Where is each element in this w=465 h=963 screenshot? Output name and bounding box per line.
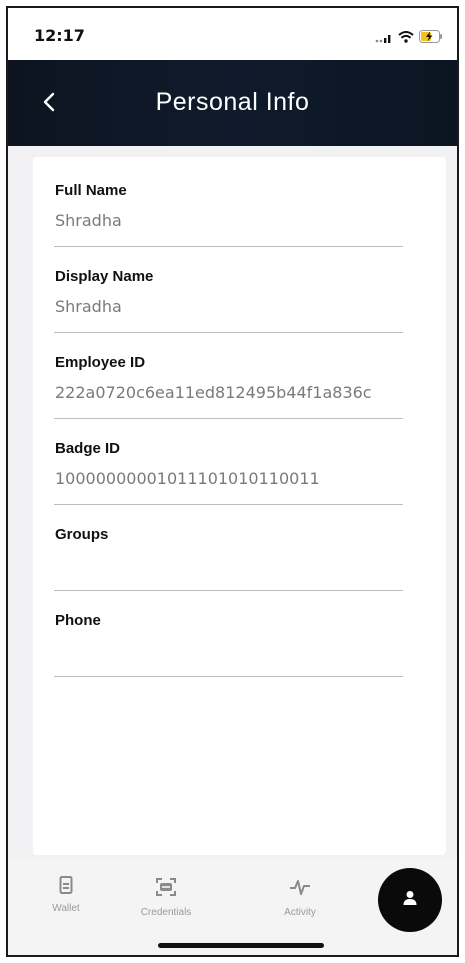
field-label: Employee ID [55, 354, 146, 371]
wifi-icon [398, 28, 414, 47]
field-label: Display Name [55, 268, 154, 285]
field-phone[interactable]: Phone [54, 591, 403, 677]
nav-credentials[interactable]: Credentials [121, 875, 211, 918]
field-badge-id[interactable]: Badge ID 10000000001011101010110011 [54, 419, 403, 505]
bottom-nav: Wallet Credentials Activity [8, 858, 457, 955]
field-value: 222a0720c6ea11ed812495b44f1a836c [55, 383, 372, 402]
field-value: Shradha [55, 211, 122, 230]
field-label: Groups [55, 526, 109, 543]
phone-frame: 12:17 Personal Info Full Name Shradha Di… [6, 6, 459, 957]
battery-charging-icon [419, 28, 443, 47]
field-employee-id[interactable]: Employee ID 222a0720c6ea11ed812495b44f1a… [54, 333, 403, 419]
field-value: 10000000001011101010110011 [55, 469, 320, 488]
signal-icon [375, 28, 393, 47]
field-value: Shradha [55, 297, 122, 316]
status-time: 12:17 [34, 26, 85, 45]
app-header: Personal Info [8, 60, 457, 146]
profile-button[interactable] [378, 868, 442, 932]
profile-icon [401, 889, 419, 911]
credentials-icon [154, 875, 178, 899]
field-display-name[interactable]: Display Name Shradha [54, 247, 403, 333]
nav-label: Credentials [140, 907, 192, 918]
status-icons [375, 28, 443, 47]
wallet-icon [59, 875, 73, 899]
field-label: Badge ID [55, 440, 121, 457]
nav-activity[interactable]: Activity [255, 875, 345, 918]
activity-icon [288, 875, 312, 899]
personal-info-card: Full Name Shradha Display Name Shradha E… [33, 157, 446, 855]
nav-wallet[interactable]: Wallet [21, 875, 111, 914]
field-label: Phone [55, 612, 101, 629]
home-indicator[interactable] [158, 943, 324, 948]
nav-label: Wallet [52, 903, 80, 914]
page-title: Personal Info [155, 88, 310, 116]
status-bar: 12:17 [8, 8, 457, 60]
nav-label: Activity [284, 907, 316, 918]
field-groups[interactable]: Groups [54, 505, 403, 591]
field-full-name[interactable]: Full Name Shradha [54, 161, 403, 247]
field-label: Full Name [55, 182, 127, 199]
